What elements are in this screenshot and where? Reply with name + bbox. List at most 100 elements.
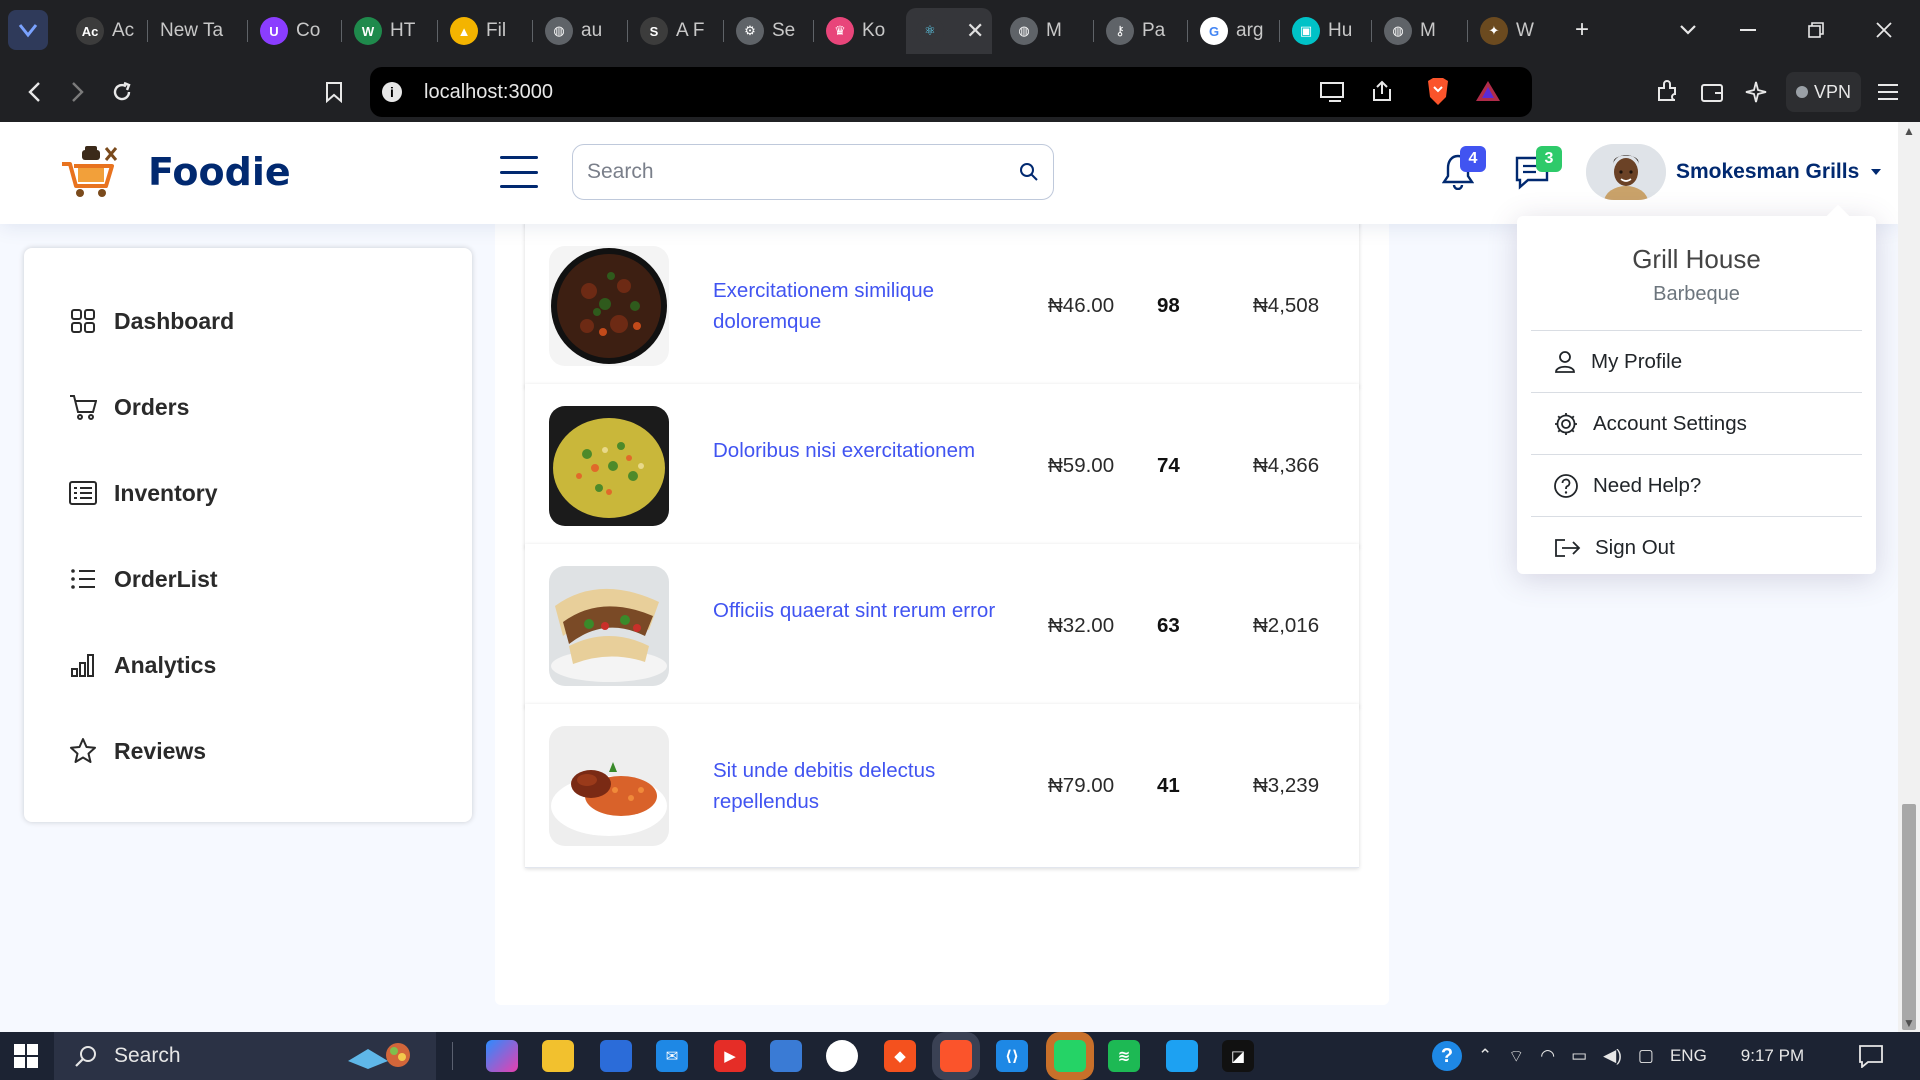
youtube-icon[interactable]: ▶ <box>714 1040 746 1072</box>
product-row: Doloribus nisi exercitationem ₦59.00 74 ₦4,… <box>525 384 1359 548</box>
browser-tab[interactable]: ◍ au <box>535 8 619 54</box>
sidebar-toggle-button[interactable] <box>500 156 538 188</box>
copilot-icon[interactable] <box>486 1040 518 1072</box>
scroll-down-arrow-icon[interactable]: ▼ <box>1903 1016 1915 1030</box>
browser-tab[interactable]: W HT <box>344 8 428 54</box>
wifi-icon[interactable]: ◠ <box>1540 1046 1555 1066</box>
scrollbar-thumb[interactable] <box>1902 804 1916 1030</box>
product-name-link[interactable]: Exercitationem similique doloremque <box>713 275 1043 337</box>
address-bar[interactable]: i localhost:3000 <box>370 67 1532 117</box>
notifications-button[interactable]: 4 <box>1441 146 1486 196</box>
search-input[interactable] <box>587 160 1019 184</box>
browser-tab[interactable]: ◍ M <box>1374 8 1458 54</box>
browser-tab[interactable]: Garg <box>1190 8 1274 54</box>
messages-button[interactable]: 3 <box>1514 146 1562 196</box>
brand-logo[interactable]: Foodie <box>58 144 291 200</box>
sidebar-item-reviews[interactable]: Reviews <box>24 708 472 794</box>
git-icon[interactable]: ◆ <box>884 1040 916 1072</box>
dropdown-item-sign-out[interactable]: Sign Out <box>1517 517 1876 578</box>
browser-tab[interactable]: New Ta <box>150 8 234 54</box>
sidebar-item-inventory[interactable]: Inventory <box>24 450 472 536</box>
reload-button[interactable] <box>102 72 142 112</box>
browser-tab[interactable]: SA F <box>630 8 714 54</box>
dropdown-item-my-profile[interactable]: My Profile <box>1517 331 1876 392</box>
brave-browser-icon[interactable] <box>940 1040 972 1072</box>
browser-tab[interactable]: ⚙ Se <box>726 8 810 54</box>
wallet-icon[interactable] <box>1692 72 1732 112</box>
spotify-icon[interactable]: ≋ <box>1108 1040 1140 1072</box>
meet-now-icon[interactable]: ▢ <box>1638 1046 1654 1066</box>
capcut-icon[interactable]: ◪ <box>1222 1040 1254 1072</box>
battery-icon[interactable]: ▭ <box>1571 1046 1587 1066</box>
product-image-vegetable-soup[interactable] <box>549 246 669 366</box>
mail-icon[interactable]: ✉ <box>656 1040 688 1072</box>
browser-menu-icon[interactable] <box>1868 72 1908 112</box>
profile-dropdown-toggle[interactable]: Smokesman Grills <box>1586 144 1882 200</box>
browser-tab[interactable]: ▲ Fil <box>440 8 524 54</box>
bookmark-icon[interactable] <box>314 72 354 112</box>
minimize-button[interactable] <box>1728 10 1768 50</box>
sidebar-item-analytics[interactable]: Analytics <box>24 622 472 708</box>
volume-icon[interactable]: ◀) <box>1603 1046 1622 1066</box>
whatsapp-icon[interactable] <box>1054 1040 1086 1072</box>
browser-tab[interactable]: ⚷ Pa <box>1096 8 1180 54</box>
tab-separator <box>247 20 248 42</box>
extensions-icon[interactable] <box>1647 72 1687 112</box>
whatsapp-desktop-icon[interactable] <box>826 1040 858 1072</box>
page-scrollbar[interactable]: ▲ ▼ <box>1898 122 1920 1032</box>
brave-shields-icon[interactable] <box>1425 77 1451 112</box>
windows-start-button[interactable] <box>14 1044 38 1068</box>
product-image-shawarma-wrap[interactable] <box>549 566 669 686</box>
dropdown-item-account-settings[interactable]: Account Settings <box>1517 393 1876 454</box>
sidebar-item-dashboard[interactable]: Dashboard <box>24 278 472 364</box>
product-name-link[interactable]: Sit unde debitis delectus repellendus <box>713 755 1043 817</box>
restore-button[interactable] <box>1796 10 1836 50</box>
search-icon[interactable] <box>1019 162 1039 182</box>
share-icon[interactable] <box>1370 79 1394 108</box>
close-window-button[interactable] <box>1864 10 1904 50</box>
tab-search-chevron-icon[interactable] <box>1668 10 1708 50</box>
browser-tab[interactable]: U Co <box>250 8 334 54</box>
tab-menu-icon[interactable] <box>8 10 48 50</box>
tab-separator <box>532 20 533 42</box>
leo-ai-icon[interactable] <box>1736 72 1776 112</box>
browser-tab[interactable]: ▣ Hu <box>1282 8 1366 54</box>
sidebar-item-orderlist[interactable]: OrderList <box>24 536 472 622</box>
microsoft-store-icon[interactable] <box>600 1040 632 1072</box>
vscode-icon[interactable]: ⟨⟩ <box>996 1040 1028 1072</box>
back-button[interactable] <box>14 72 54 112</box>
product-image-fried-rice[interactable] <box>549 406 669 526</box>
dropdown-item-label: My Profile <box>1591 349 1683 373</box>
product-image-jollof-rice-chicken[interactable] <box>549 726 669 846</box>
taskbar-search-box[interactable]: Search <box>54 1032 436 1080</box>
sidebar-item-orders[interactable]: Orders <box>24 364 472 450</box>
browser-tab[interactable]: ✦ W <box>1470 8 1554 54</box>
product-name-link[interactable]: Doloribus nisi exercitationem <box>713 435 1043 466</box>
cast-icon[interactable] <box>1320 81 1346 108</box>
help-icon[interactable]: ? <box>1432 1041 1462 1071</box>
close-tab-icon[interactable]: ✕ <box>966 18 984 44</box>
product-quantity-sold: 74 <box>1157 454 1180 477</box>
url-text[interactable]: localhost:3000 <box>424 81 553 104</box>
new-tab-button[interactable]: + <box>1562 10 1602 50</box>
dropdown-item-need-help[interactable]: Need Help? <box>1517 455 1876 516</box>
file-explorer-icon[interactable] <box>542 1040 574 1072</box>
forward-button[interactable] <box>58 72 98 112</box>
browser-tab[interactable]: Ac Ac <box>66 8 150 54</box>
twitter-icon[interactable] <box>1166 1040 1198 1072</box>
brave-rewards-icon[interactable] <box>1474 79 1502 108</box>
scroll-up-arrow-icon[interactable]: ▲ <box>1903 124 1915 138</box>
photos-icon[interactable] <box>770 1040 802 1072</box>
browser-tab[interactable]: ◍ M <box>1000 8 1084 54</box>
browser-tab[interactable]: ⚛ ✕ <box>906 8 992 54</box>
notification-center-icon[interactable] <box>1858 1044 1884 1073</box>
site-info-icon[interactable]: i <box>382 82 402 102</box>
show-hidden-icons-chevron-icon[interactable]: ⌃ <box>1478 1046 1492 1066</box>
network-icon[interactable]: ⌔ <box>1508 1046 1524 1067</box>
browser-tab[interactable]: ♛ Ko <box>816 8 900 54</box>
product-name-link[interactable]: Officiis quaerat sint rerum error <box>713 595 1043 626</box>
vpn-button[interactable]: VPN <box>1786 72 1862 112</box>
clock[interactable]: 9:17 PM <box>1741 1046 1804 1066</box>
tab-separator <box>1371 20 1372 42</box>
language-indicator[interactable]: ENG <box>1670 1046 1707 1066</box>
